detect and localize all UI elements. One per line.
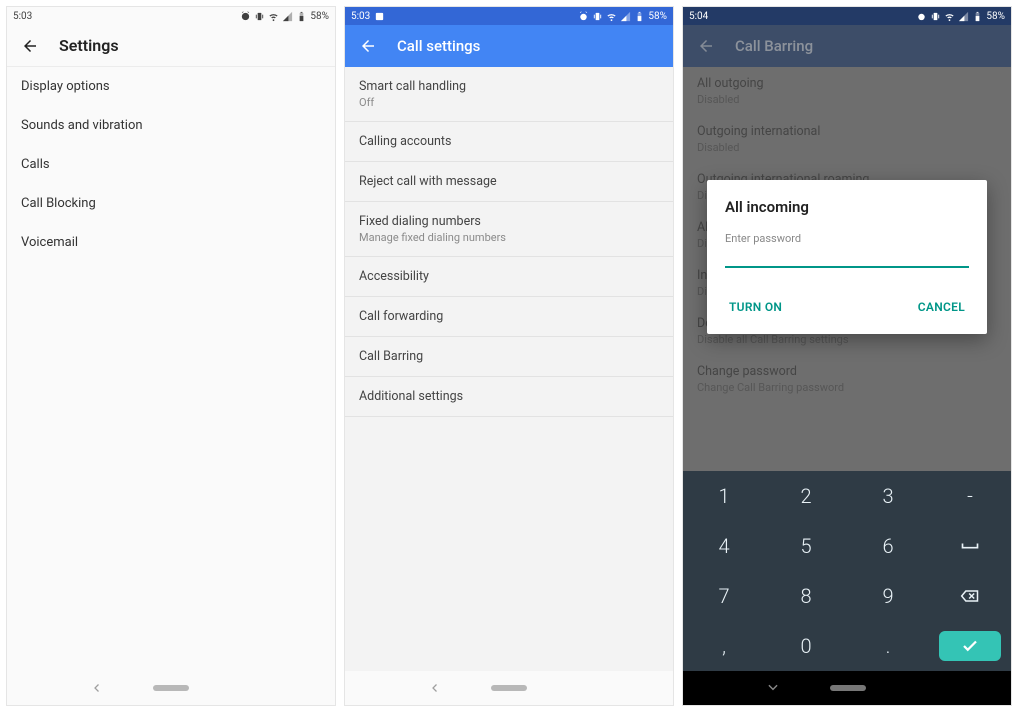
signal-icon xyxy=(282,11,293,22)
status-bar: 5:03 58% xyxy=(7,7,335,25)
alarm-icon xyxy=(240,11,251,22)
key-2[interactable]: 2 xyxy=(765,471,847,521)
battery-icon xyxy=(634,11,645,22)
nav-home-pill[interactable] xyxy=(830,685,866,691)
item-calling-accounts[interactable]: Calling accounts xyxy=(345,122,673,162)
phone-call-settings: 5:03 58% Call settings Smart call handli… xyxy=(344,6,674,706)
key-9[interactable]: 9 xyxy=(847,571,929,621)
key-1[interactable]: 1 xyxy=(683,471,765,521)
settings-item-call-blocking[interactable]: Call Blocking xyxy=(7,184,335,223)
status-time: 5:03 xyxy=(351,11,370,22)
vibrate-icon xyxy=(254,11,265,22)
item-additional-settings[interactable]: Additional settings xyxy=(345,377,673,417)
battery-icon xyxy=(296,11,307,22)
status-bar: 5:04 58% xyxy=(683,7,1011,25)
item-call-barring[interactable]: Call Barring xyxy=(345,337,673,377)
screenshot-icon xyxy=(374,11,385,22)
battery-text: 58% xyxy=(648,11,667,22)
item-call-forwarding[interactable]: Call forwarding xyxy=(345,297,673,337)
page-title: Call settings xyxy=(397,37,480,55)
numeric-keypad: 1 2 3 - 4 5 6 7 8 9 , 0 . xyxy=(683,471,1011,671)
settings-item-sounds-vibration[interactable]: Sounds and vibration xyxy=(7,106,335,145)
nav-home-pill[interactable] xyxy=(491,685,527,691)
settings-item-calls[interactable]: Calls xyxy=(7,145,335,184)
key-space[interactable] xyxy=(929,521,1011,571)
nav-home-pill[interactable] xyxy=(153,685,189,691)
cancel-button[interactable]: CANCEL xyxy=(914,294,969,320)
key-done[interactable] xyxy=(939,631,1001,661)
key-6[interactable]: 6 xyxy=(847,521,929,571)
password-dialog: All incoming Enter password TURN ON CANC… xyxy=(707,180,987,334)
phone-settings: 5:03 58% Settings Display options Sounds… xyxy=(6,6,336,706)
page-title: Settings xyxy=(59,36,119,55)
nav-back-icon[interactable] xyxy=(91,679,103,698)
settings-list: Display options Sounds and vibration Cal… xyxy=(7,67,335,671)
vibrate-icon xyxy=(592,11,603,22)
dialog-label: Enter password xyxy=(725,232,969,245)
app-bar: Settings xyxy=(7,25,335,67)
wifi-icon xyxy=(268,11,279,22)
alarm-icon xyxy=(578,11,589,22)
settings-item-display-options[interactable]: Display options xyxy=(7,67,335,106)
key-comma[interactable]: , xyxy=(683,621,765,671)
nav-bar xyxy=(345,671,673,705)
wifi-icon xyxy=(606,11,617,22)
alarm-icon xyxy=(916,11,927,22)
app-bar: Call settings xyxy=(345,25,673,67)
nav-bar xyxy=(7,671,335,705)
dialog-title: All incoming xyxy=(725,198,969,216)
status-bar: 5:03 58% xyxy=(345,7,673,25)
battery-text: 58% xyxy=(986,11,1005,22)
call-settings-list: Smart call handlingOff Calling accounts … xyxy=(345,67,673,671)
password-input[interactable] xyxy=(725,246,969,268)
key-period[interactable]: . xyxy=(847,621,929,671)
item-fixed-dialing[interactable]: Fixed dialing numbersManage fixed dialin… xyxy=(345,202,673,257)
battery-icon xyxy=(972,11,983,22)
key-3[interactable]: 3 xyxy=(847,471,929,521)
nav-back-icon[interactable] xyxy=(429,679,441,698)
back-icon[interactable] xyxy=(359,37,377,55)
wifi-icon xyxy=(944,11,955,22)
key-8[interactable]: 8 xyxy=(765,571,847,621)
nav-bar xyxy=(683,671,1011,705)
key-7[interactable]: 7 xyxy=(683,571,765,621)
key-5[interactable]: 5 xyxy=(765,521,847,571)
battery-text: 58% xyxy=(310,11,329,22)
signal-icon xyxy=(620,11,631,22)
key-backspace[interactable] xyxy=(929,571,1011,621)
item-reject-call-message[interactable]: Reject call with message xyxy=(345,162,673,202)
item-smart-call-handling[interactable]: Smart call handlingOff xyxy=(345,67,673,122)
nav-down-icon[interactable] xyxy=(766,679,780,698)
settings-item-voicemail[interactable]: Voicemail xyxy=(7,223,335,262)
phone-call-barring: 5:04 58% Call Barring All outgoingDisabl… xyxy=(682,6,1012,706)
key-4[interactable]: 4 xyxy=(683,521,765,571)
key-dash[interactable]: - xyxy=(929,471,1011,521)
status-time: 5:04 xyxy=(689,11,708,22)
turn-on-button[interactable]: TURN ON xyxy=(725,294,786,320)
key-0[interactable]: 0 xyxy=(765,621,847,671)
back-icon[interactable] xyxy=(21,37,39,55)
item-accessibility[interactable]: Accessibility xyxy=(345,257,673,297)
status-time: 5:03 xyxy=(13,11,32,22)
vibrate-icon xyxy=(930,11,941,22)
signal-icon xyxy=(958,11,969,22)
